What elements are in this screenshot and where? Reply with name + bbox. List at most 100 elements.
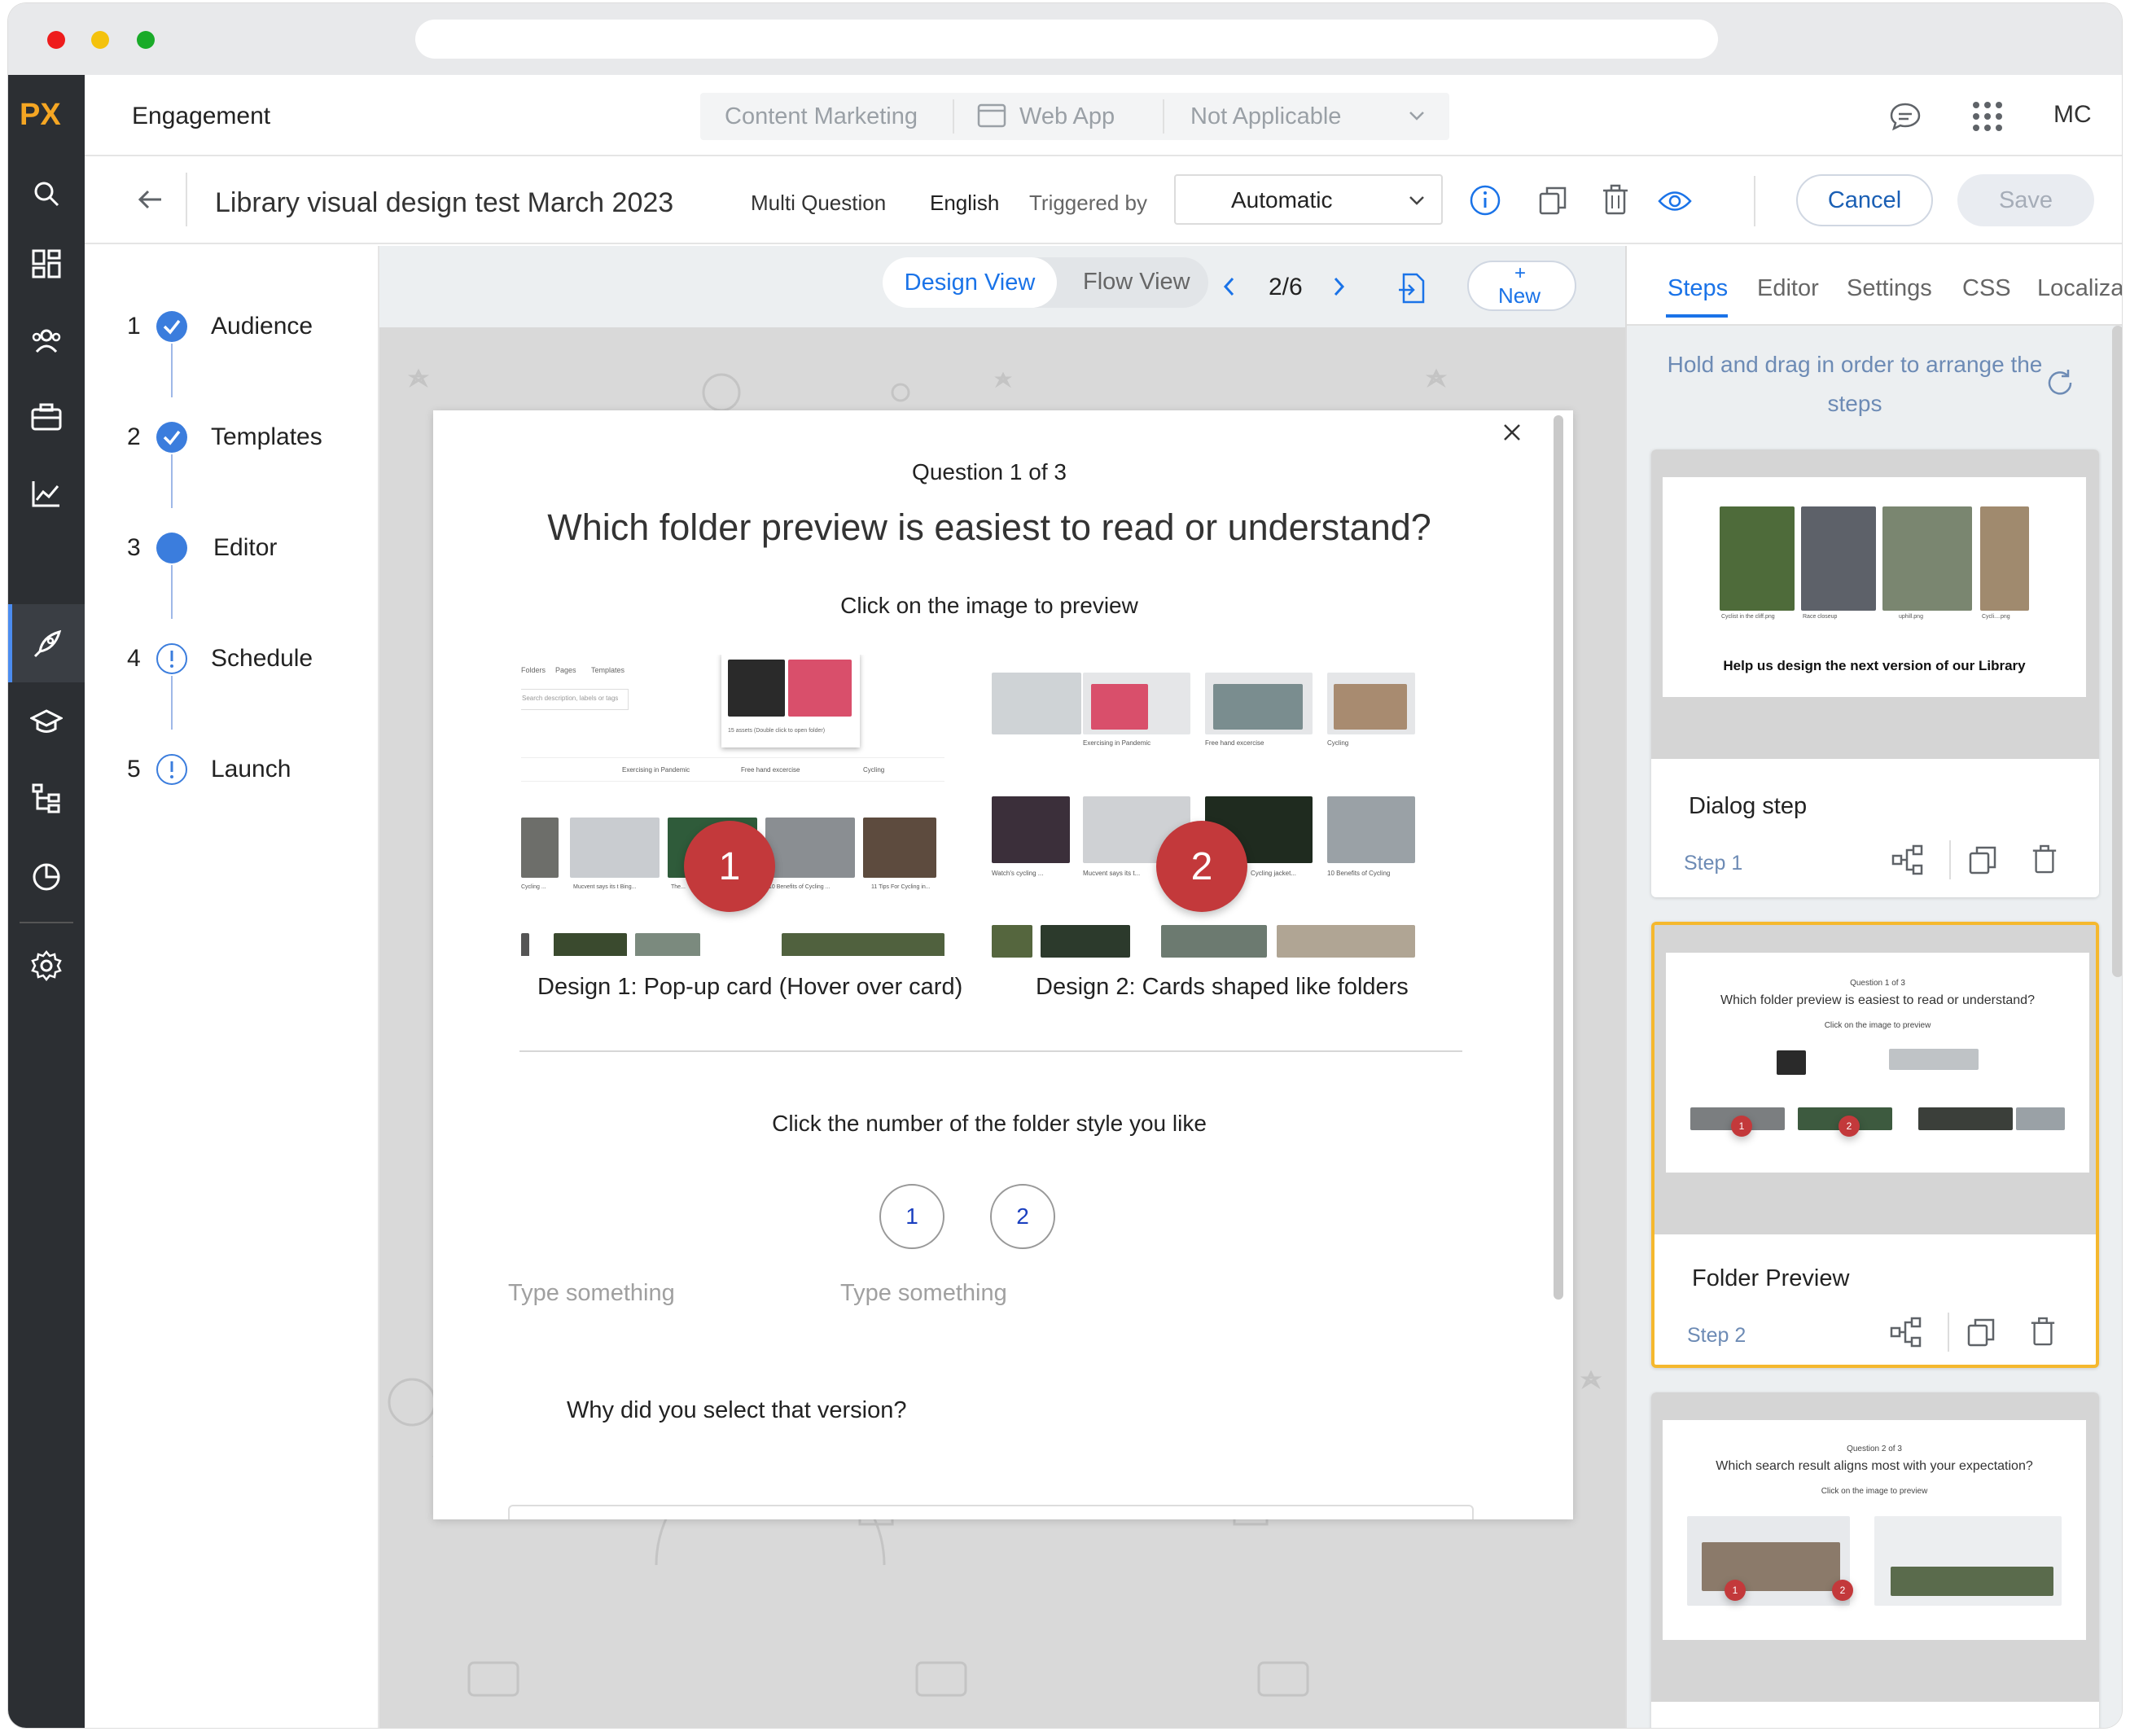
user-avatar[interactable]: MC xyxy=(2053,101,2092,129)
flow-tree-icon[interactable] xyxy=(27,778,66,818)
step-card-3[interactable]: Question 2 of 3 Which search result alig… xyxy=(1651,1392,2099,1728)
panel-tabs: Steps Editor Settings CSS Localizat xyxy=(1627,246,2122,326)
analytics-icon[interactable] xyxy=(27,474,66,513)
step-label: Templates xyxy=(211,423,322,450)
chevron-right-icon[interactable] xyxy=(1330,275,1347,302)
settings-gear-icon[interactable] xyxy=(27,946,66,985)
followup-question: Why did you select that version? xyxy=(567,1397,907,1423)
trigger-select-value: Automatic xyxy=(1231,187,1333,213)
tab-editor[interactable]: Editor xyxy=(1757,275,1819,302)
rating-prompt: Click the number of the folder style you… xyxy=(772,1111,1207,1136)
tab-css[interactable]: CSS xyxy=(1962,275,2011,302)
label-input-1[interactable]: Type something xyxy=(508,1280,675,1307)
search-icon[interactable] xyxy=(27,174,66,213)
mini-caption: Cycling jacket... xyxy=(1251,870,1297,877)
back-arrow-icon[interactable] xyxy=(137,187,164,216)
step-number: 5 xyxy=(127,756,141,783)
duplicate-icon[interactable] xyxy=(1537,184,1570,221)
maximize-window-button[interactable] xyxy=(137,31,155,49)
rating-option-1[interactable]: 1 xyxy=(879,1184,944,1249)
wizard-step-editor[interactable]: 3 Editor xyxy=(85,526,378,572)
rocket-icon[interactable] xyxy=(27,625,66,664)
branch-icon[interactable] xyxy=(1891,844,1925,880)
warning-icon xyxy=(156,643,187,674)
duplicate-icon[interactable] xyxy=(1967,844,2000,880)
close-window-button[interactable] xyxy=(47,31,65,49)
warning-icon xyxy=(156,754,187,785)
design-2-preview-image[interactable]: Exercising in Pandemic Free hand excerci… xyxy=(992,664,1415,958)
wizard-connector xyxy=(171,676,173,730)
wizard-connector xyxy=(171,565,173,619)
minimize-window-button[interactable] xyxy=(91,31,109,49)
thumb-caption: Race closeup xyxy=(1803,614,1838,620)
briefcase-icon[interactable] xyxy=(27,397,66,436)
tab-settings[interactable]: Settings xyxy=(1847,275,1932,302)
users-icon[interactable] xyxy=(27,321,66,360)
rating-option-2[interactable]: 2 xyxy=(990,1184,1055,1249)
question-counter: Question 1 of 3 xyxy=(912,459,1067,484)
mini-tab: Templates xyxy=(591,666,625,674)
wizard-step-launch[interactable]: 5 Launch xyxy=(85,747,378,793)
chevron-down-icon[interactable] xyxy=(1407,107,1427,128)
step-card-2-selected[interactable]: Question 1 of 3 Which folder preview is … xyxy=(1651,922,2099,1368)
context-not-applicable[interactable]: Not Applicable xyxy=(1190,103,1341,130)
education-icon[interactable] xyxy=(27,702,66,741)
wizard-connector xyxy=(171,344,173,397)
context-content-marketing[interactable]: Content Marketing xyxy=(725,103,918,130)
mini-folder: Cycling xyxy=(863,766,885,774)
section-title: Engagement xyxy=(132,103,271,129)
save-button[interactable]: Save xyxy=(1957,174,2094,226)
survey-title[interactable]: Library visual design test March 2023 xyxy=(215,187,673,219)
step-card-1[interactable]: Cyclist in the cliff.png Race closeup up… xyxy=(1651,449,2099,897)
branch-icon[interactable] xyxy=(1889,1316,1923,1352)
context-web-app[interactable]: Web App xyxy=(1019,103,1115,130)
apps-grid-icon[interactable] xyxy=(1972,101,2003,136)
design-2-badge: 2 xyxy=(1156,821,1247,912)
cancel-button[interactable]: Cancel xyxy=(1796,174,1933,226)
chevron-left-icon[interactable] xyxy=(1221,275,1238,302)
design-canvas: Design View Flow View 2/6 + New Question… xyxy=(379,246,1625,1728)
toolbar-divider xyxy=(186,173,187,226)
wizard-connector xyxy=(171,454,173,508)
dashboard-icon[interactable] xyxy=(27,244,66,283)
address-bar[interactable] xyxy=(415,20,1718,59)
panel-scrollbar[interactable] xyxy=(2112,326,2122,977)
language-selector[interactable]: English xyxy=(930,191,999,216)
trigger-select[interactable]: Automatic xyxy=(1174,174,1443,225)
trash-icon[interactable] xyxy=(2031,844,2058,880)
dialog-scrollbar[interactable] xyxy=(1554,415,1563,1300)
chat-icon[interactable] xyxy=(1889,101,1922,136)
survey-dialog: Question 1 of 3 Which folder preview is … xyxy=(433,410,1573,1519)
design-1-caption: Design 1: Pop-up card (Hover over card) xyxy=(537,974,963,1000)
wizard-step-templates[interactable]: 2 Templates xyxy=(85,415,378,461)
instruction-text: Click on the image to preview xyxy=(840,593,1138,618)
design-view-tab[interactable]: Design View xyxy=(883,257,1057,308)
flow-view-tab[interactable]: Flow View xyxy=(1083,269,1190,296)
pie-chart-icon[interactable] xyxy=(27,857,66,896)
step-name: Dialog step xyxy=(1689,793,1808,819)
step-pager: 2/6 xyxy=(1269,274,1303,300)
duplicate-icon[interactable] xyxy=(1966,1316,1998,1352)
thumb-instruction: Click on the image to preview xyxy=(1821,1487,1928,1496)
refresh-icon[interactable] xyxy=(2044,366,2076,403)
import-file-icon[interactable] xyxy=(1397,272,1427,309)
trash-icon[interactable] xyxy=(2029,1316,2057,1352)
step-number-label: Step 2 xyxy=(1687,1324,1747,1347)
thumb-question: Which folder preview is easiest to read … xyxy=(1720,993,2035,1007)
wizard-step-audience[interactable]: 1 Audience xyxy=(85,305,378,350)
tab-steps[interactable]: Steps xyxy=(1668,275,1728,302)
new-step-button[interactable]: + New xyxy=(1467,261,1576,311)
card-divider xyxy=(1948,1313,1949,1352)
label-input-2[interactable]: Type something xyxy=(840,1280,1007,1307)
close-icon[interactable] xyxy=(1501,422,1523,447)
wizard-step-schedule[interactable]: 4 Schedule xyxy=(85,637,378,682)
followup-textarea[interactable] xyxy=(508,1505,1474,1519)
step-label: Launch xyxy=(211,756,291,783)
trash-icon[interactable] xyxy=(1601,184,1630,221)
info-icon[interactable] xyxy=(1469,184,1501,221)
wizard-steps: 1 Audience 2 Templates 3 Editor 4 Schedu… xyxy=(85,246,379,1728)
tab-localization[interactable]: Localizat xyxy=(2037,275,2122,302)
preview-eye-icon[interactable] xyxy=(1658,189,1692,217)
step-thumbnail: Question 2 of 3 Which search result alig… xyxy=(1651,1392,2099,1702)
thumb-counter: Question 1 of 3 xyxy=(1850,979,1905,988)
